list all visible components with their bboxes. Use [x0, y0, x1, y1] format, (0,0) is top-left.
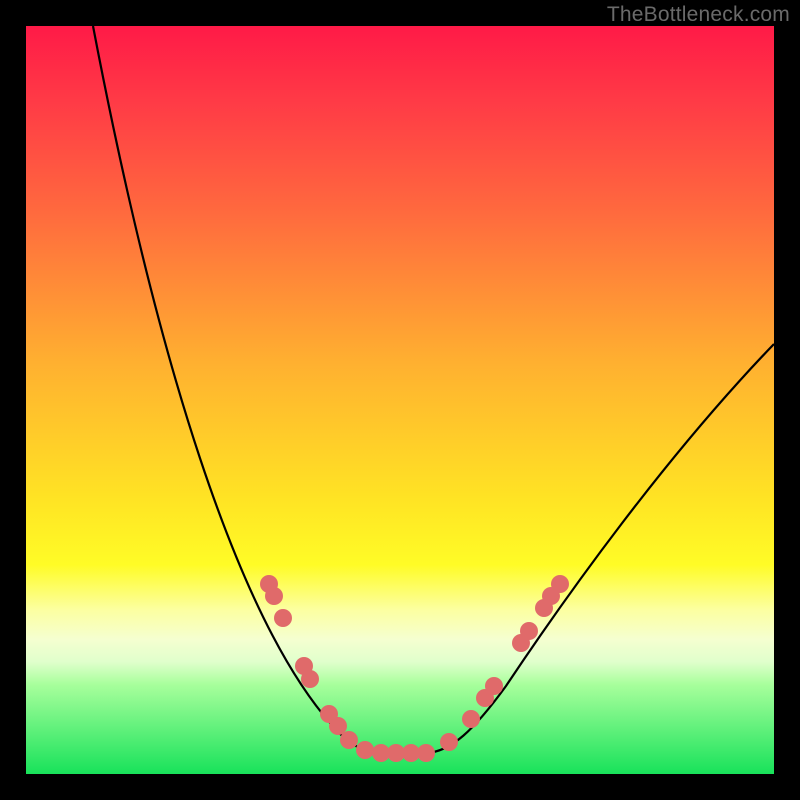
curve-left-path: [93, 26, 378, 753]
data-dot: [356, 741, 374, 759]
data-dot: [340, 731, 358, 749]
data-dot: [329, 717, 347, 735]
data-dot: [301, 670, 319, 688]
curve-right-path: [426, 344, 774, 753]
data-dot: [520, 622, 538, 640]
data-dot: [265, 587, 283, 605]
chart-plot-area: [26, 26, 774, 774]
data-dot: [274, 609, 292, 627]
data-dot: [440, 733, 458, 751]
data-dot: [485, 677, 503, 695]
data-dot: [417, 744, 435, 762]
bottleneck-curve: [26, 26, 774, 774]
data-dots: [260, 575, 569, 762]
data-dot: [551, 575, 569, 593]
data-dot: [462, 710, 480, 728]
watermark-text: TheBottleneck.com: [607, 3, 790, 27]
